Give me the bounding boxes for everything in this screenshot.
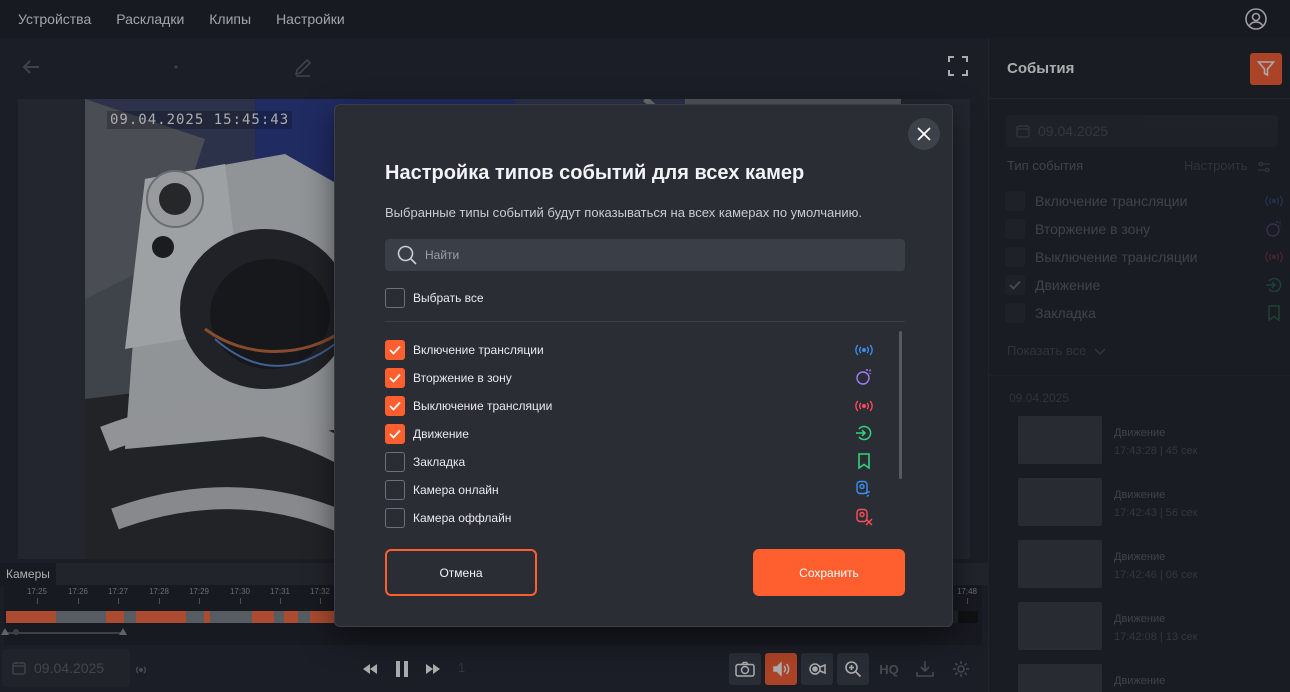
search-icon — [397, 245, 417, 265]
type-row-camera-offline[interactable]: Камера оффлайн — [385, 508, 511, 528]
cancel-button[interactable]: Отмена — [385, 549, 537, 596]
checkbox-checked[interactable] — [385, 340, 405, 360]
broadcast-off-icon — [855, 400, 873, 412]
checkbox[interactable] — [385, 480, 405, 500]
check-icon — [389, 373, 401, 383]
type-label: Камера онлайн — [413, 483, 499, 497]
select-all-row[interactable]: Выбрать все — [385, 288, 484, 308]
select-all-checkbox[interactable] — [385, 288, 405, 308]
type-row-bookmark[interactable]: Закладка — [385, 452, 465, 472]
search-field[interactable] — [385, 239, 905, 271]
check-icon — [389, 401, 401, 411]
close-button[interactable] — [908, 118, 940, 150]
type-row-motion[interactable]: Движение — [385, 424, 469, 444]
type-label: Камера оффлайн — [413, 511, 512, 525]
type-label: Вторжение в зону — [413, 371, 512, 385]
check-icon — [389, 345, 401, 355]
modal-subtitle: Выбранные типы событий будут показыватьс… — [385, 205, 863, 220]
checkbox-checked[interactable] — [385, 396, 405, 416]
scrollbar[interactable] — [899, 331, 902, 479]
motion-icon — [856, 425, 872, 441]
bookmark-icon — [858, 453, 870, 470]
type-label: Выключение трансляции — [413, 399, 553, 413]
close-icon — [917, 127, 931, 141]
checkbox-checked[interactable] — [385, 368, 405, 388]
broadcast-on-icon — [855, 344, 873, 356]
check-icon — [389, 429, 401, 439]
search-input[interactable] — [425, 248, 885, 262]
type-label: Закладка — [413, 455, 466, 469]
camera-offline-icon — [856, 508, 873, 526]
divider — [385, 321, 905, 322]
type-row-camera-online[interactable]: Камера онлайн — [385, 480, 499, 500]
checkbox[interactable] — [385, 452, 405, 472]
checkbox-checked[interactable] — [385, 424, 405, 444]
type-label: Включение трансляции — [413, 343, 544, 357]
checkbox[interactable] — [385, 508, 405, 528]
event-types-modal: Настройка типов событий для всех камер В… — [334, 104, 953, 627]
type-label: Движение — [413, 427, 469, 441]
zone-intrusion-icon — [856, 369, 871, 385]
type-row-broadcast-on[interactable]: Включение трансляции — [385, 340, 544, 360]
select-all-label: Выбрать все — [413, 291, 484, 305]
type-row-broadcast-off[interactable]: Выключение трансляции — [385, 396, 552, 416]
modal-title: Настройка типов событий для всех камер — [385, 162, 805, 184]
type-row-zone-intrusion[interactable]: Вторжение в зону — [385, 368, 512, 388]
save-button[interactable]: Сохранить — [753, 549, 905, 596]
camera-online-icon — [856, 480, 871, 497]
